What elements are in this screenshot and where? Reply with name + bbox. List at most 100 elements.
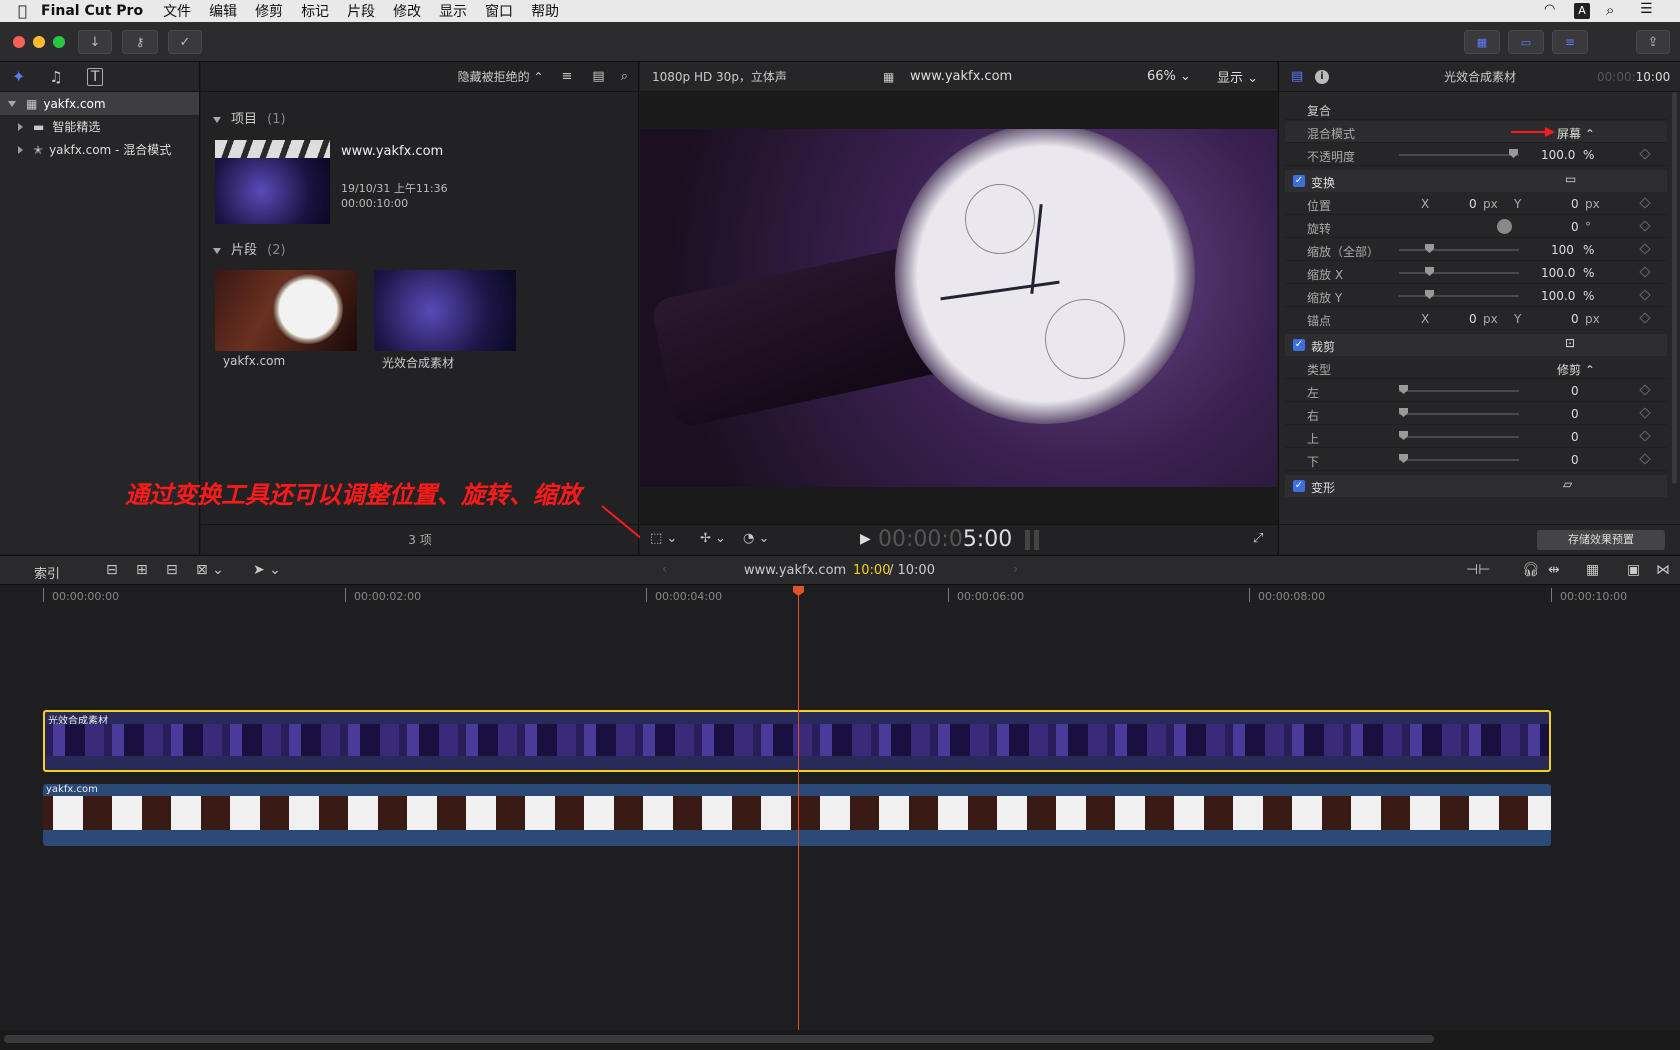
transform-onscreen-icon[interactable]: ▭ [1565, 172, 1576, 186]
keyframe-diamond-icon[interactable] [1639, 220, 1651, 232]
crop-left-value[interactable]: 0 [1571, 384, 1579, 398]
inspector-toggle-button[interactable]: ≡ [1552, 30, 1588, 54]
keyframe-diamond-icon[interactable] [1639, 384, 1651, 396]
menu-file[interactable]: 文件 [163, 1, 191, 21]
crop-checkbox[interactable]: ✓ [1293, 339, 1305, 351]
keyframe-diamond-icon[interactable] [1639, 407, 1651, 419]
video-inspector-icon[interactable]: ▤ [1291, 69, 1303, 84]
timeline-ruler[interactable]: 00:00:00:00 00:00:02:00 00:00:04:00 00:0… [0, 586, 1680, 606]
crop-top-slider[interactable] [1399, 436, 1519, 438]
anchor-x-value[interactable]: 0 [1469, 312, 1477, 326]
menu-trim[interactable]: 修剪 [255, 1, 283, 21]
insert-clip-icon[interactable]: ⊞ [136, 562, 148, 578]
spotlight-icon[interactable]: ⌕ [1606, 1, 1614, 19]
menu-view[interactable]: 显示 [439, 1, 467, 21]
crop-right-knob[interactable] [1399, 408, 1408, 417]
scale-x-value[interactable]: 100.0 [1541, 266, 1575, 280]
rotation-value[interactable]: 0 [1571, 220, 1579, 234]
position-x-value[interactable]: 0 [1469, 197, 1477, 211]
opacity-slider[interactable] [1399, 154, 1519, 156]
zoom-dropdown[interactable]: 66% ⌄ [1147, 69, 1191, 84]
crop-bottom-value[interactable]: 0 [1571, 453, 1579, 467]
clip-thumbnail-sparkle[interactable] [374, 270, 516, 351]
titles-generators-icon[interactable]: T [86, 67, 104, 86]
keyframe-diamond-icon[interactable] [1639, 289, 1651, 301]
close-window-button[interactable] [13, 36, 25, 48]
fullscreen-icon[interactable]: ⤢ [1253, 531, 1263, 546]
keyframe-diamond-icon[interactable] [1639, 312, 1651, 324]
clips-section[interactable]: 片段 (2) [213, 239, 286, 258]
zoom-window-button[interactable] [53, 36, 65, 48]
effects-browser-icon[interactable]: ⋈ [1656, 562, 1670, 578]
keyframe-diamond-icon[interactable] [1639, 453, 1651, 465]
timeline-toggle-button[interactable]: ▭ [1508, 30, 1544, 54]
search-icon[interactable]: ⌕ [621, 69, 628, 84]
connect-clip-icon[interactable]: ⊟ [106, 562, 118, 578]
share-button[interactable]: ⇪ [1636, 30, 1670, 54]
crop-right-value[interactable]: 0 [1571, 407, 1579, 421]
solo-icon[interactable]: ⇹ [1548, 562, 1560, 578]
timeline-back-icon[interactable]: ‹ [662, 562, 667, 577]
skimming-icon[interactable]: ⊣⊢ [1466, 562, 1490, 578]
timeline-scrollbar[interactable] [0, 1030, 1680, 1050]
transform-tool-icon[interactable]: ⬚ ⌄ [650, 531, 677, 546]
sparkle-clip[interactable]: 光效合成素材 [43, 710, 1551, 772]
menu-clip[interactable]: 片段 [347, 1, 375, 21]
retime-tool-icon[interactable]: ◔ ⌄ [743, 531, 769, 546]
position-y-value[interactable]: 0 [1571, 197, 1579, 211]
opacity-value[interactable]: 100.0 [1541, 148, 1575, 162]
keyframe-diamond-icon[interactable] [1639, 430, 1651, 442]
crop-top-value[interactable]: 0 [1571, 430, 1579, 444]
crop-onscreen-icon[interactable]: ⊡ [1565, 336, 1575, 350]
menu-modify[interactable]: 修改 [393, 1, 421, 21]
scale-y-slider[interactable] [1399, 295, 1519, 297]
browser-toggle-button[interactable]: ▦ [1464, 30, 1500, 54]
scale-x-knob[interactable] [1425, 267, 1434, 276]
library-item[interactable]: ▦ yakfx.com [0, 92, 199, 115]
audio-skimming-icon[interactable]: 🎧︎ [1522, 562, 1540, 578]
scale-all-slider[interactable] [1399, 249, 1519, 251]
event-item[interactable]: ✭ yakfx.com - 混合模式 [0, 138, 199, 161]
project-thumbnail[interactable] [215, 140, 330, 224]
distort-checkbox[interactable]: ✓ [1293, 480, 1305, 492]
scale-y-value[interactable]: 100.0 [1541, 289, 1575, 303]
minimize-window-button[interactable] [33, 36, 45, 48]
timeline-area[interactable]: 00:00:00:00 00:00:02:00 00:00:04:00 00:0… [0, 586, 1680, 1030]
save-effects-preset-button[interactable]: 存储效果预置 [1537, 530, 1665, 550]
crop-bottom-slider[interactable] [1399, 459, 1519, 461]
notification-center-icon[interactable]: ☰ [1640, 1, 1653, 17]
inspector-scrollbar[interactable] [1672, 92, 1677, 484]
info-inspector-icon[interactable]: i [1315, 69, 1329, 84]
menu-help[interactable]: 帮助 [531, 1, 559, 21]
clip-appearance-icon[interactable]: ▤ [592, 69, 604, 84]
append-clip-icon[interactable]: ⊟ [166, 562, 178, 578]
menu-mark[interactable]: 标记 [301, 1, 329, 21]
wifi-icon[interactable]: ◠ [1544, 2, 1555, 17]
crop-left-slider[interactable] [1399, 390, 1519, 392]
smart-collection-item[interactable]: ▬ 智能精选 [0, 115, 199, 138]
photos-audio-icon[interactable]: ♫ [49, 68, 62, 86]
menu-window[interactable]: 窗口 [485, 1, 513, 21]
play-icon[interactable]: ▶ [860, 531, 871, 547]
keyframe-diamond-icon[interactable] [1639, 148, 1651, 160]
input-source-icon[interactable]: A [1574, 3, 1590, 19]
menu-edit[interactable]: 编辑 [209, 1, 237, 21]
opacity-knob[interactable] [1509, 149, 1518, 158]
timeline-forward-icon[interactable]: › [1013, 562, 1018, 577]
app-menu[interactable]: Final Cut Pro [41, 3, 143, 19]
scale-all-value[interactable]: 100 [1551, 243, 1574, 257]
clip-filter-dropdown[interactable]: 隐藏被拒绝的 ⌃ [458, 68, 544, 85]
select-tool-icon[interactable]: ➤ ⌄ [253, 562, 281, 578]
import-button[interactable]: ↓ [78, 30, 112, 54]
anchor-y-value[interactable]: 0 [1571, 312, 1579, 326]
clip-thumbnail-watch[interactable] [215, 270, 357, 351]
crop-bottom-knob[interactable] [1399, 454, 1408, 463]
snapping-icon[interactable]: ▦ [1586, 562, 1599, 578]
list-view-icon[interactable]: ≡ [562, 69, 573, 84]
scale-all-knob[interactable] [1425, 244, 1434, 253]
timeline-scroll-thumb[interactable] [4, 1035, 1434, 1043]
video-canvas[interactable] [640, 129, 1277, 487]
display-dropdown[interactable]: 显示 ⌄ [1217, 67, 1258, 86]
keywords-button[interactable]: ⚷ [122, 30, 158, 54]
projects-section[interactable]: 项目 (1) [213, 108, 286, 127]
